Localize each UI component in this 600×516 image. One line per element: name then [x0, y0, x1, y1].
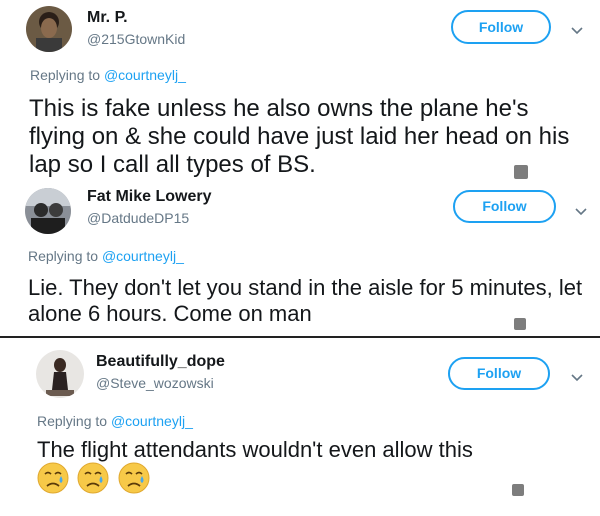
- tweet-3: Beautifully_dope @Steve_wozowski Follow …: [0, 340, 600, 516]
- follow-button[interactable]: Follow: [448, 357, 550, 390]
- user-handle[interactable]: @215GtownKid: [87, 31, 185, 47]
- replying-prefix: Replying to: [30, 67, 104, 83]
- avatar[interactable]: [36, 350, 84, 398]
- follow-button[interactable]: Follow: [451, 10, 551, 44]
- tweet-text: Lie. They don't let you stand in the ais…: [28, 275, 583, 326]
- media-icon: [514, 318, 526, 330]
- avatar[interactable]: [26, 6, 72, 52]
- chevron-down-icon[interactable]: [571, 369, 583, 387]
- avatar[interactable]: [25, 188, 71, 234]
- replying-to: Replying to @courtneylj_: [28, 248, 184, 264]
- user-handle[interactable]: @Steve_wozowski: [96, 375, 214, 391]
- replying-prefix: Replying to: [28, 248, 102, 264]
- emoji-row: [37, 462, 154, 499]
- follow-button[interactable]: Follow: [453, 190, 556, 223]
- media-icon: [514, 165, 528, 179]
- sad-relieved-face-icon: [77, 462, 109, 499]
- replying-to-handle[interactable]: @courtneylj_: [104, 67, 186, 83]
- tweet-2: Fat Mike Lowery @DatdudeDP15 Follow Repl…: [0, 182, 600, 336]
- replying-to: Replying to @courtneylj_: [37, 413, 193, 429]
- tweet-text: This is fake unless he also owns the pla…: [29, 95, 570, 178]
- display-name[interactable]: Fat Mike Lowery: [87, 188, 211, 206]
- chevron-down-icon[interactable]: [571, 22, 583, 40]
- replying-prefix: Replying to: [37, 413, 111, 429]
- user-handle[interactable]: @DatdudeDP15: [87, 210, 189, 226]
- replying-to: Replying to @courtneylj_: [30, 67, 186, 83]
- tweet-1: Mr. P. @215GtownKid Follow Replying to @…: [0, 0, 600, 182]
- tweet-text: The flight attendants wouldn't even allo…: [37, 437, 473, 462]
- display-name[interactable]: Beautifully_dope: [96, 353, 225, 371]
- divider: [0, 336, 600, 338]
- display-name[interactable]: Mr. P.: [87, 9, 128, 27]
- sad-relieved-face-icon: [118, 462, 150, 499]
- replying-to-handle[interactable]: @courtneylj_: [111, 413, 193, 429]
- chevron-down-icon[interactable]: [575, 203, 587, 221]
- replying-to-handle[interactable]: @courtneylj_: [102, 248, 184, 264]
- media-icon: [512, 484, 524, 496]
- sad-relieved-face-icon: [37, 462, 69, 499]
